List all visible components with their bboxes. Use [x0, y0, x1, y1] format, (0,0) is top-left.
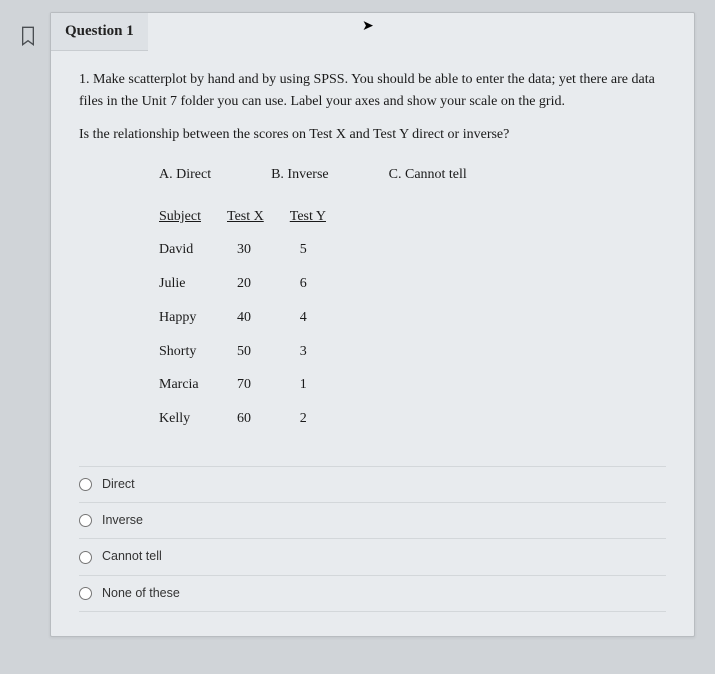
cell-testy: 3 [290, 335, 352, 369]
cell-testx: 30 [227, 233, 290, 267]
cell-subject: Happy [159, 301, 227, 335]
cell-testy: 6 [290, 267, 352, 301]
cell-subject: Marcia [159, 368, 227, 402]
choice-b: B. Inverse [271, 164, 329, 186]
prompt-line-2: Is the relationship between the scores o… [79, 124, 666, 146]
radio-none[interactable] [79, 587, 92, 600]
answer-option-inverse[interactable]: Inverse [79, 502, 666, 538]
content-block: A. Direct B. Inverse C. Cannot tell Subj… [159, 164, 666, 436]
radio-cannot-tell[interactable] [79, 551, 92, 564]
table-row: David 30 5 [159, 233, 352, 267]
cell-testy: 4 [290, 301, 352, 335]
table-row: Julie 20 6 [159, 267, 352, 301]
question-card: Question 1 1. Make scatterplot by hand a… [50, 12, 695, 637]
cell-subject: David [159, 233, 227, 267]
question-body: 1. Make scatterplot by hand and by using… [51, 51, 694, 636]
table-row: Marcia 70 1 [159, 368, 352, 402]
answer-option-direct[interactable]: Direct [79, 466, 666, 502]
choice-a: A. Direct [159, 164, 211, 186]
inline-choices: A. Direct B. Inverse C. Cannot tell [159, 164, 666, 186]
radio-direct[interactable] [79, 478, 92, 491]
answer-label: Direct [102, 475, 135, 494]
cell-subject: Shorty [159, 335, 227, 369]
cell-testx: 60 [227, 402, 290, 436]
table-row: Kelly 60 2 [159, 402, 352, 436]
answer-label: None of these [102, 584, 180, 603]
radio-inverse[interactable] [79, 514, 92, 527]
data-table: Subject Test X Test Y David 30 5 Julie 2… [159, 200, 352, 436]
cell-testy: 2 [290, 402, 352, 436]
answer-label: Inverse [102, 511, 143, 530]
table-header-row: Subject Test X Test Y [159, 200, 352, 234]
answer-option-none[interactable]: None of these [79, 575, 666, 612]
cell-subject: Kelly [159, 402, 227, 436]
cell-testy: 1 [290, 368, 352, 402]
answer-option-cannot-tell[interactable]: Cannot tell [79, 538, 666, 574]
bookmark-icon[interactable] [20, 26, 36, 51]
cell-testx: 20 [227, 267, 290, 301]
answer-label: Cannot tell [102, 547, 162, 566]
col-testx: Test X [227, 200, 290, 234]
col-subject: Subject [159, 200, 227, 234]
prompt-line-1: 1. Make scatterplot by hand and by using… [79, 69, 666, 112]
table-row: Shorty 50 3 [159, 335, 352, 369]
col-testy: Test Y [290, 200, 352, 234]
answer-options: Direct Inverse Cannot tell None of these [79, 466, 666, 613]
question-header: Question 1 [51, 13, 148, 51]
cell-testy: 5 [290, 233, 352, 267]
cell-subject: Julie [159, 267, 227, 301]
cell-testx: 70 [227, 368, 290, 402]
choice-c: C. Cannot tell [389, 164, 467, 186]
cell-testx: 40 [227, 301, 290, 335]
cell-testx: 50 [227, 335, 290, 369]
table-row: Happy 40 4 [159, 301, 352, 335]
